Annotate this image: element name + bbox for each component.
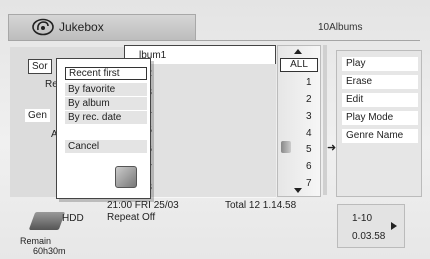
album-number[interactable]: 3: [306, 111, 312, 122]
sort-by-favorite[interactable]: By favorite: [65, 83, 147, 96]
all-albums-button[interactable]: ALL: [280, 58, 318, 72]
play-button[interactable]: Play: [342, 57, 418, 71]
playback-range-box: 1-10 0.03.58: [337, 204, 405, 248]
repeat-status: Repeat Off: [107, 212, 156, 223]
play-mode-button[interactable]: Play Mode: [342, 111, 418, 125]
sort-button[interactable]: Sor: [28, 59, 52, 74]
stop-icon: [115, 166, 137, 188]
remain-label: Remain: [20, 236, 52, 246]
action-menu: Play Erase Edit Play Mode Genre Name: [336, 50, 422, 197]
status-bar: HDD Remain 60h30m 21:00 FRI 25/03 Total …: [0, 199, 430, 259]
header-divider: [8, 40, 420, 41]
hdd-icon: [28, 212, 66, 230]
hdd-label: HDD: [62, 213, 84, 224]
album-number[interactable]: 1: [306, 77, 312, 88]
album-number[interactable]: 2: [306, 94, 312, 105]
arrow-right-icon: ➜: [327, 142, 337, 154]
range-label: 1-10: [352, 213, 373, 224]
time-label: 0.03.58: [352, 231, 386, 242]
jukebox-screen: Jukebox 10Albums Sor Re Gen A lbum1 m2 m…: [0, 0, 430, 259]
header-tab: Jukebox: [8, 14, 196, 40]
album-number[interactable]: 6: [306, 161, 312, 172]
scrollbar-track[interactable]: [323, 45, 327, 195]
play-icon: [391, 222, 397, 230]
genre-name-button[interactable]: Genre Name: [342, 129, 418, 143]
album-count: 10Albums: [318, 22, 363, 33]
remain-value: 60h30m: [33, 246, 66, 256]
app-title: Jukebox: [59, 20, 104, 34]
album-number[interactable]: 5: [306, 144, 312, 155]
scroll-down-arrow-icon[interactable]: [294, 188, 302, 193]
scroll-thumb-icon[interactable]: [281, 141, 291, 153]
sort-by-rec-date[interactable]: By rec. date: [65, 111, 147, 124]
album-number[interactable]: 7: [306, 178, 312, 189]
genre-button[interactable]: Gen: [25, 109, 50, 122]
sort-options-popup: Recent first By favorite By album By rec…: [56, 58, 151, 199]
edit-button[interactable]: Edit: [342, 93, 418, 107]
disc-jukebox-icon: [32, 18, 54, 36]
cancel-button[interactable]: Cancel: [65, 140, 147, 153]
sort-recent-first[interactable]: Recent first: [65, 67, 147, 80]
remain-time: Remain 60h30m: [20, 236, 66, 256]
erase-button[interactable]: Erase: [342, 75, 418, 89]
album-number[interactable]: 4: [306, 128, 312, 139]
sort-by-album[interactable]: By album: [65, 97, 147, 110]
date-time: 21:00 FRI 25/03: [107, 200, 179, 211]
total-info: Total 12 1.14.58: [225, 200, 297, 211]
album-number-scroller: ALL 1 2 3 4 5 6 7: [277, 45, 321, 197]
scroll-up-arrow-icon[interactable]: [294, 49, 302, 54]
